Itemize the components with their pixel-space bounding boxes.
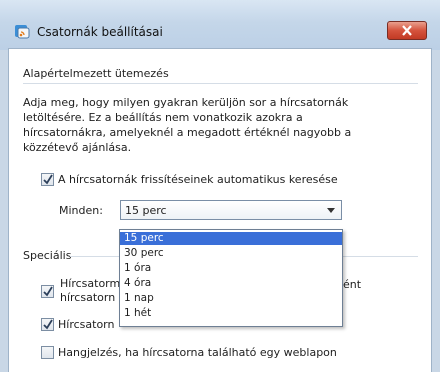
window-title: Csatornák beállításai xyxy=(37,25,163,39)
checkmark-icon xyxy=(43,319,53,330)
interval-option[interactable]: 4 óra xyxy=(120,277,342,290)
checkmark-icon xyxy=(43,286,53,297)
interval-option[interactable]: 15 perc xyxy=(120,232,342,245)
auto-check-checkbox[interactable] xyxy=(41,173,54,186)
auto-check-label: A hírcsatornák frissítéseinek automatiku… xyxy=(58,173,338,186)
checkmark-icon xyxy=(43,174,53,185)
special-item-1-label-line1: Hírcsatorm xyxy=(60,277,121,290)
group-divider xyxy=(23,83,418,84)
special-item-2-checkbox[interactable] xyxy=(41,318,54,331)
sound-alert-label: Hangjelzés, ha hírcsatorna található egy… xyxy=(58,346,337,359)
description-line: letöltésére. Ez a beállítás nem vonatkoz… xyxy=(23,111,303,124)
interval-option[interactable]: 1 nap xyxy=(120,292,342,305)
chevron-down-icon xyxy=(327,208,335,213)
settings-window: Csatornák beállításai Alapértelmezett üt… xyxy=(0,0,440,372)
schedule-description: Adja meg, hogy milyen gyakran kerüljön s… xyxy=(23,95,413,155)
interval-option[interactable]: 1 óra xyxy=(120,262,342,275)
close-button[interactable] xyxy=(387,21,427,40)
description-line: hírcsatornákra, amelyeknél a megadott ér… xyxy=(23,126,352,139)
interval-label: Minden: xyxy=(59,204,103,217)
title-bar[interactable]: Csatornák beállításai xyxy=(0,0,440,50)
interval-select[interactable]: 15 perc xyxy=(120,200,342,220)
interval-selected-value: 15 perc xyxy=(125,204,167,217)
schedule-group-title: Alapértelmezett ütemezés xyxy=(23,67,169,80)
special-item-1-checkbox[interactable] xyxy=(41,285,54,298)
special-group-title: Speciális xyxy=(23,249,72,262)
feeds-app-icon xyxy=(15,25,30,39)
special-item-2-label: Hírcsatorn xyxy=(58,318,115,331)
interval-dropdown-list: 15 perc 30 perc 1 óra 4 óra 1 nap 1 hét xyxy=(119,229,343,327)
description-line: közzétevő ajánlása. xyxy=(23,141,132,154)
sound-alert-checkbox[interactable] xyxy=(41,346,54,359)
description-line: Adja meg, hogy milyen gyakran kerüljön s… xyxy=(23,96,349,109)
close-icon xyxy=(402,25,412,36)
special-item-1-label-tail: ént xyxy=(343,278,362,291)
interval-option[interactable]: 1 hét xyxy=(120,307,342,320)
interval-option[interactable]: 30 perc xyxy=(120,247,342,260)
special-item-1-label-line2: hírcsatorn xyxy=(60,291,116,304)
